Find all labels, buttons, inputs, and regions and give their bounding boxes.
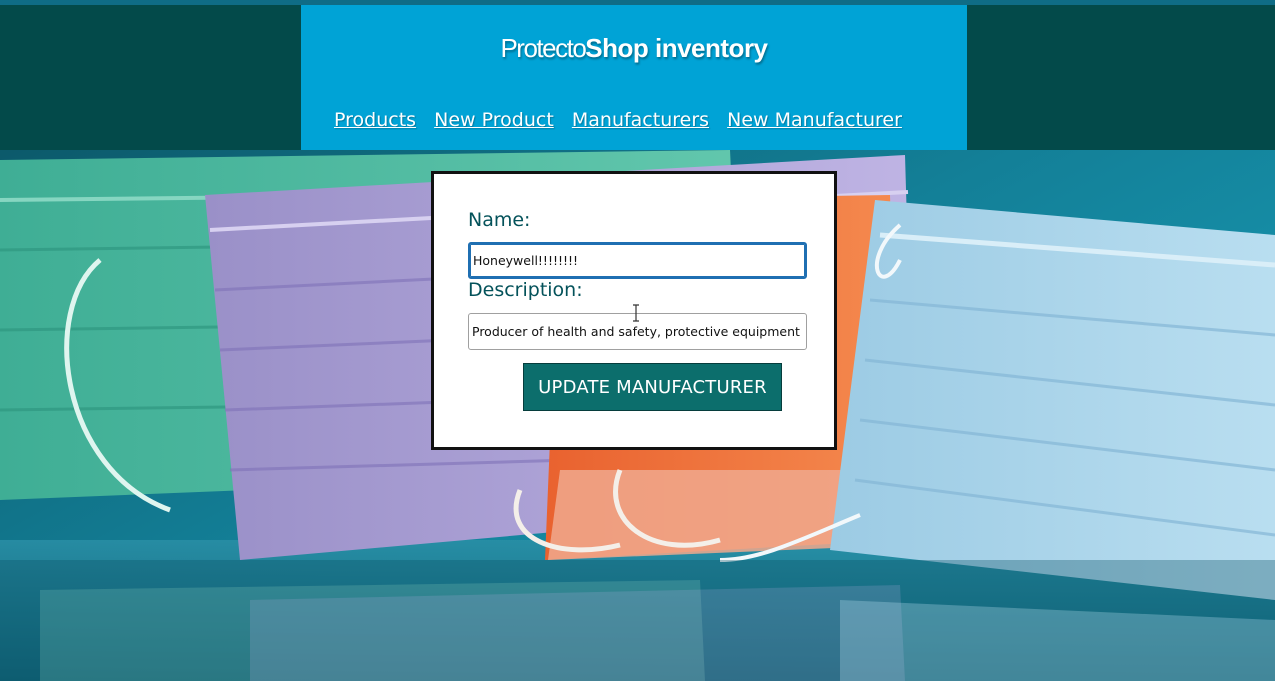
- nav-link-new-product[interactable]: New Product: [434, 109, 554, 131]
- main-nav: Products New Product Manufacturers New M…: [334, 109, 915, 131]
- description-label: Description:: [468, 279, 583, 301]
- site-logo[interactable]: ProtectoShop inventory: [301, 33, 967, 64]
- update-manufacturer-button[interactable]: UPDATE MANUFACTURER: [523, 363, 782, 411]
- brand-bold-text: Shop inventory: [585, 33, 768, 63]
- nav-link-new-manufacturer[interactable]: New Manufacturer: [727, 109, 902, 131]
- nav-link-products[interactable]: Products: [334, 109, 416, 131]
- text-cursor-icon: [631, 304, 641, 322]
- brand-light-text: Protecto: [500, 33, 586, 63]
- edit-manufacturer-form: Name: Description: UPDATE MANUFACTURER: [431, 171, 837, 450]
- page: ProtectoShop inventory Products New Prod…: [0, 0, 1275, 681]
- site-header: ProtectoShop inventory Products New Prod…: [301, 5, 967, 150]
- name-label: Name:: [468, 209, 531, 231]
- name-input[interactable]: [468, 242, 807, 279]
- nav-link-manufacturers[interactable]: Manufacturers: [572, 109, 709, 131]
